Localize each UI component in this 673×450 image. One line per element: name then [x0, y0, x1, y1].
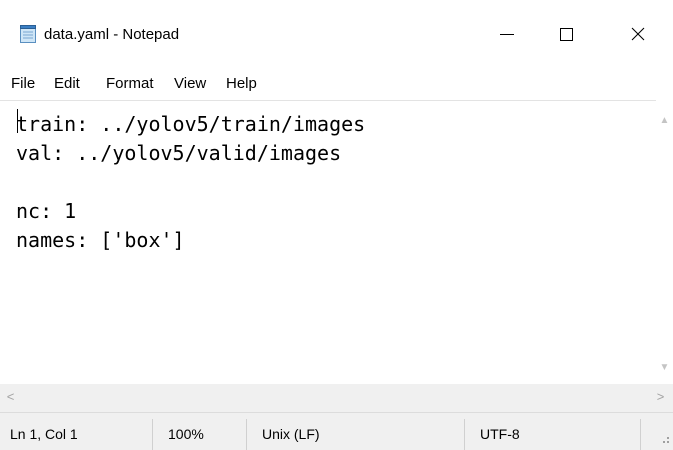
- minimize-icon: [500, 33, 514, 35]
- maximize-icon: [559, 27, 573, 41]
- scroll-up-icon[interactable]: ▲: [656, 112, 673, 129]
- text-editor[interactable]: train: ../yolov5/train/images val: ../yo…: [0, 100, 656, 385]
- title-bar[interactable]: data.yaml - Notepad: [0, 0, 673, 68]
- status-divider: [640, 419, 641, 450]
- menu-edit[interactable]: Edit: [54, 75, 80, 92]
- notepad-window: data.yaml - Notepad File Edit Format Vie…: [0, 0, 673, 450]
- status-line-ending: Unix (LF): [262, 426, 320, 442]
- scroll-left-icon[interactable]: <: [2, 388, 19, 405]
- vertical-scrollbar[interactable]: ▲ ▼: [656, 100, 673, 384]
- close-button[interactable]: [615, 18, 661, 50]
- status-zoom: 100%: [168, 426, 204, 442]
- close-icon: [631, 27, 645, 41]
- scroll-down-icon[interactable]: ▼: [656, 359, 673, 376]
- horizontal-scrollbar[interactable]: < >: [0, 384, 673, 412]
- menu-help[interactable]: Help: [226, 75, 257, 92]
- text-caret: [17, 109, 18, 133]
- status-divider: [152, 419, 153, 450]
- status-bar: Ln 1, Col 1 100% Unix (LF) UTF-8: [0, 412, 673, 450]
- minimize-button[interactable]: [484, 18, 530, 50]
- editor-content[interactable]: train: ../yolov5/train/images val: ../yo…: [16, 110, 365, 255]
- menu-file[interactable]: File: [11, 75, 35, 92]
- notepad-icon: [20, 25, 36, 43]
- status-cursor-position: Ln 1, Col 1: [10, 426, 78, 442]
- window-title: data.yaml - Notepad: [44, 26, 180, 43]
- status-divider: [246, 419, 247, 450]
- menu-bar: File Edit Format View Help: [0, 68, 673, 98]
- status-encoding: UTF-8: [480, 426, 520, 442]
- resize-grip-icon[interactable]: [658, 432, 670, 444]
- status-divider: [464, 419, 465, 450]
- menu-format[interactable]: Format: [106, 75, 154, 92]
- menu-view[interactable]: View: [174, 75, 206, 92]
- maximize-button[interactable]: [543, 18, 589, 50]
- scroll-right-icon[interactable]: >: [652, 388, 669, 405]
